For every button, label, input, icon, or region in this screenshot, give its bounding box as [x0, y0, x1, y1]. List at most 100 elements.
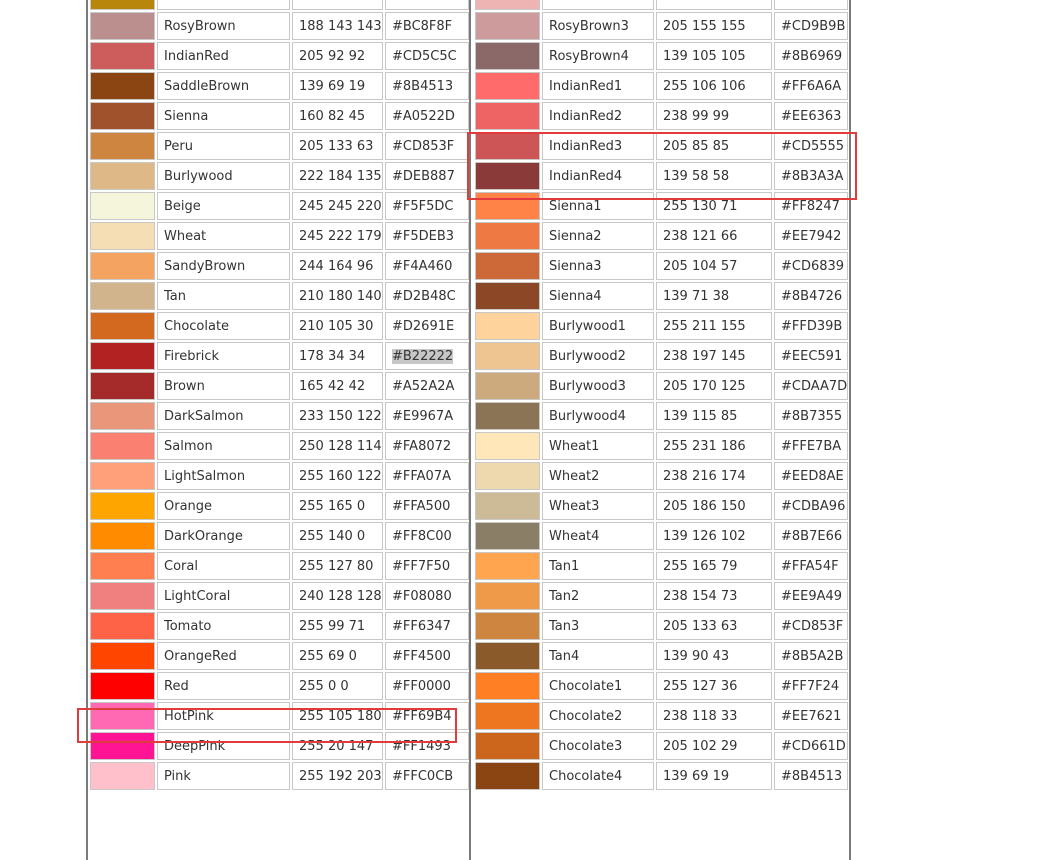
hex-value-text: #8B6969	[781, 48, 843, 64]
rgb-value-cell: 139 105 105	[656, 42, 772, 70]
color-row: LightCoral 240 128 128 #F08080	[90, 582, 469, 610]
hex-value-cell: #FF6347	[385, 612, 469, 640]
rgb-value-cell: 139 90 43	[656, 642, 772, 670]
rgb-value-cell: 255 192 203	[292, 762, 383, 790]
color-name-cell: Burlywood1	[542, 312, 654, 340]
color-swatch	[90, 462, 155, 490]
color-row: DarkSalmon 233 150 122 #E9967A	[90, 402, 469, 430]
rgb-value-text: 255 105 180	[299, 708, 382, 724]
color-swatch	[90, 762, 155, 790]
color-swatch	[475, 12, 540, 40]
hex-value-cell: #FF6A6A	[774, 72, 849, 100]
rgb-value-cell: 233 150 122	[292, 402, 383, 430]
hex-value-text: #FFA07A	[392, 468, 451, 484]
rgb-value-text: 255 231 186	[663, 438, 746, 454]
color-name-cell: Burlywood4	[542, 402, 654, 430]
rgb-value-text: 250 128 114	[299, 438, 382, 454]
rgb-value-text: 139 90 43	[663, 648, 730, 664]
color-name-cell: Sienna	[157, 102, 290, 130]
rgb-value-cell: 255 0 0	[292, 672, 383, 700]
hex-value-text: #8B4513	[781, 768, 843, 784]
hex-value-text: #B22222	[392, 348, 454, 364]
color-name-text: Sienna1	[549, 198, 602, 214]
color-name-cell: Tan1	[542, 552, 654, 580]
color-row: Wheat1 255 231 186 #FFE7BA	[475, 432, 849, 460]
color-swatch	[475, 222, 540, 250]
color-row: Tan1 255 165 79 #FFA54F	[475, 552, 849, 580]
rgb-value-cell: 238 121 66	[656, 222, 772, 250]
hex-value-cell: #8B4513	[385, 72, 469, 100]
hex-value-cell: #EE7942	[774, 222, 849, 250]
color-row: Wheat4 139 126 102 #8B7E66	[475, 522, 849, 550]
color-name-text: Chocolate1	[549, 678, 623, 694]
color-name-cell: Wheat3	[542, 492, 654, 520]
rgb-value-cell: 205 186 150	[656, 492, 772, 520]
color-swatch	[475, 192, 540, 220]
color-name-text: Burlywood3	[549, 378, 626, 394]
hex-value-cell: #FFA500	[385, 492, 469, 520]
rgb-value-text: 255 165 0	[299, 498, 366, 514]
hex-value-text: #EED8AE	[781, 468, 844, 484]
color-name-cell: Firebrick	[157, 342, 290, 370]
hex-value-cell: #CD853F	[385, 132, 469, 160]
hex-value-cell: #EE6363	[774, 102, 849, 130]
rgb-value-cell: 255 105 180	[292, 702, 383, 730]
rgb-value-text: 205 133 63	[663, 618, 738, 634]
rgb-value-cell: 238 216 174	[656, 462, 772, 490]
hex-value-text: #F08080	[392, 588, 452, 604]
hex-value-cell: #CD661D	[774, 732, 849, 760]
hex-value-text: #FF8C00	[392, 528, 452, 544]
color-name-text: IndianRed	[164, 48, 229, 64]
rgb-value-text: 205 186 150	[663, 498, 746, 514]
color-name-cell: IndianRed4	[542, 162, 654, 190]
color-name-text: Coral	[164, 558, 198, 574]
rgb-value-cell: 205 102 29	[656, 732, 772, 760]
hex-value-cell: #A52A2A	[385, 372, 469, 400]
hex-value-cell: #CDAA7D	[774, 372, 849, 400]
hex-value-text: #8B7355	[781, 408, 843, 424]
hex-value-cell: #E9967A	[385, 402, 469, 430]
rgb-value-text: 240 128 128	[299, 588, 382, 604]
color-name-cell	[157, 0, 290, 10]
rgb-value-cell: 139 69 19	[656, 762, 772, 790]
color-swatch	[475, 162, 540, 190]
rgb-value-cell: 255 99 71	[292, 612, 383, 640]
color-row: DarkOrange 255 140 0 #FF8C00	[90, 522, 469, 550]
color-swatch	[475, 42, 540, 70]
hex-value-text: #FF0000	[392, 678, 451, 694]
rgb-value-cell: 188 143 143	[292, 12, 383, 40]
color-name-text: Tan1	[549, 558, 580, 574]
rgb-value-text: 178 34 34	[299, 348, 366, 364]
color-name-cell: LightCoral	[157, 582, 290, 610]
rgb-value-text: 205 170 125	[663, 378, 746, 394]
hex-value-text: #A0522D	[392, 108, 455, 124]
color-name-text: Sienna2	[549, 228, 602, 244]
rgb-value-cell: 205 133 63	[656, 612, 772, 640]
hex-value-cell: #DEB887	[385, 162, 469, 190]
color-row: RosyBrown3 205 155 155 #CD9B9B	[475, 12, 849, 40]
rgb-value-cell: 255 231 186	[656, 432, 772, 460]
color-swatch	[90, 582, 155, 610]
color-swatch	[90, 0, 155, 10]
color-swatch	[475, 762, 540, 790]
color-name-text: Burlywood4	[549, 408, 626, 424]
color-row: Coral 255 127 80 #FF7F50	[90, 552, 469, 580]
color-row: IndianRed2 238 99 99 #EE6363	[475, 102, 849, 130]
hex-value-cell: #FFA54F	[774, 552, 849, 580]
color-name-cell: Chocolate4	[542, 762, 654, 790]
rgb-value-cell: 205 92 92	[292, 42, 383, 70]
color-row: Tan4 139 90 43 #8B5A2B	[475, 642, 849, 670]
hex-value-text: #CD5555	[781, 138, 845, 154]
rgb-value-cell: 238 99 99	[656, 102, 772, 130]
rgb-value-cell: 238 197 145	[656, 342, 772, 370]
hex-value-cell: #FA8072	[385, 432, 469, 460]
rgb-value-text: 255 99 71	[299, 618, 366, 634]
color-name-text: Chocolate2	[549, 708, 623, 724]
hex-value-text: #FFD39B	[781, 318, 843, 334]
color-row: Wheat2 238 216 174 #EED8AE	[475, 462, 849, 490]
rgb-value-text: 255 106 106	[663, 78, 746, 94]
hex-value-cell: #8B3A3A	[774, 162, 849, 190]
hex-value-text: #CD853F	[781, 618, 844, 634]
color-name-cell: Tan3	[542, 612, 654, 640]
rgb-value-text: 210 180 140	[299, 288, 382, 304]
